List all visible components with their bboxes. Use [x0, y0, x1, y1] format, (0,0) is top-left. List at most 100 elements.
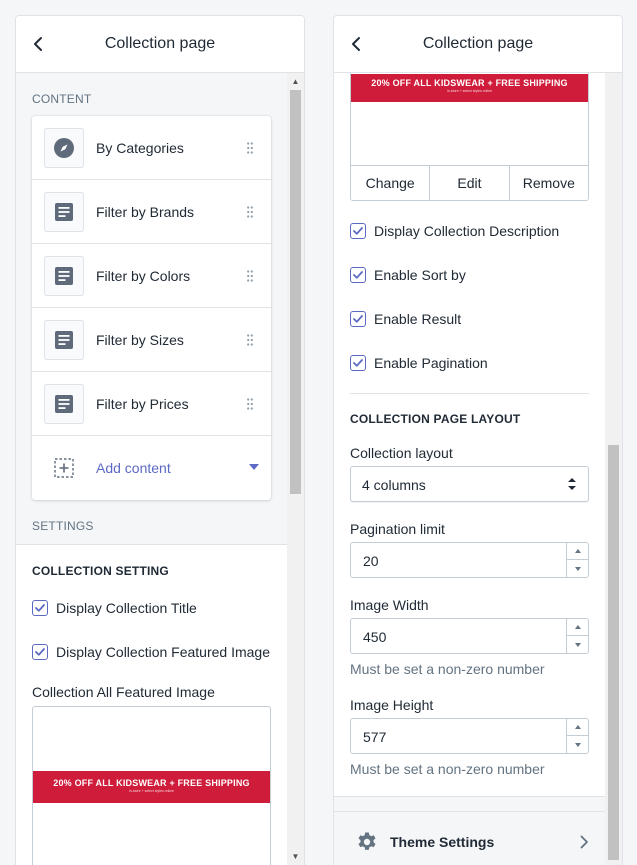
- scroll-thumb[interactable]: [608, 445, 619, 860]
- display-featured-image-checkbox[interactable]: Display Collection Featured Image: [32, 644, 270, 660]
- caret-up-icon: [574, 625, 581, 629]
- collection-layout-select[interactable]: 4 columns: [350, 466, 589, 502]
- checkbox-box[interactable]: [350, 311, 366, 327]
- panel-header: Collection page: [16, 16, 304, 73]
- page-title: Collection page: [104, 35, 216, 52]
- block-icon-box: [44, 320, 84, 360]
- block-label: By Categories: [96, 140, 184, 156]
- drag-handle-icon[interactable]: [247, 270, 253, 282]
- add-content-button[interactable]: Add content: [32, 436, 271, 500]
- increment-button[interactable]: [567, 719, 588, 736]
- checkmark-icon: [35, 604, 45, 612]
- caret-down-icon: [574, 642, 581, 647]
- display-description-checkbox[interactable]: Display Collection Description: [350, 223, 559, 239]
- pagination-limit-input[interactable]: 20: [350, 542, 589, 578]
- drag-handle-icon[interactable]: [247, 398, 253, 410]
- checkbox-label: Enable Sort by: [374, 267, 466, 283]
- image-width-input[interactable]: 450: [350, 618, 589, 654]
- checkmark-icon: [353, 227, 363, 235]
- theme-settings-link[interactable]: Theme Settings: [334, 811, 605, 865]
- select-arrows-icon: [568, 478, 576, 490]
- left-panel: Collection page CONTENT By Categories Fi…: [15, 15, 305, 865]
- panel-header: Collection page: [334, 16, 622, 73]
- add-content-label: Add content: [96, 460, 171, 476]
- collection-setting-heading: COLLECTION SETTING: [32, 564, 169, 578]
- scroll-down-arrow-icon[interactable]: ▼: [287, 848, 304, 865]
- block-icon-box: [44, 192, 84, 232]
- checkbox-box[interactable]: [32, 600, 48, 616]
- input-value: 450: [363, 629, 387, 645]
- block-icon-box: [44, 128, 84, 168]
- decrement-button[interactable]: [567, 736, 588, 753]
- theme-settings-label: Theme Settings: [390, 834, 495, 850]
- block-label: Filter by Brands: [96, 204, 195, 220]
- block-filter-sizes[interactable]: Filter by Sizes: [32, 308, 271, 372]
- layout-heading: COLLECTION PAGE LAYOUT: [350, 412, 521, 426]
- checkmark-icon: [353, 271, 363, 279]
- checkbox-box[interactable]: [350, 223, 366, 239]
- checkbox-label: Display Collection Title: [56, 600, 197, 616]
- section-divider: [350, 393, 589, 394]
- number-stepper: [566, 719, 588, 753]
- image-height-label: Image Height: [350, 697, 434, 713]
- block-icon-box: [44, 384, 84, 424]
- image-width-label: Image Width: [350, 597, 429, 613]
- increment-button[interactable]: [567, 543, 588, 560]
- caret-down-icon: [249, 464, 259, 470]
- checkbox-box[interactable]: [350, 355, 366, 371]
- edit-image-button[interactable]: Edit: [430, 166, 510, 200]
- banner-title: 20% OFF ALL KIDSWEAR + FREE SHIPPING: [371, 78, 568, 88]
- right-scroll-area: 20% OFF ALL KIDSWEAR + FREE SHIPPING in-…: [334, 73, 605, 865]
- block-filter-prices[interactable]: Filter by Prices: [32, 372, 271, 436]
- content-section: CONTENT By Categories Filter by Brands F…: [16, 73, 287, 544]
- number-stepper: [566, 619, 588, 653]
- input-value: 577: [363, 729, 387, 745]
- image-actions: Change Edit Remove: [351, 165, 588, 200]
- decrement-button[interactable]: [567, 560, 588, 577]
- left-scroll-area: CONTENT By Categories Filter by Brands F…: [16, 73, 287, 865]
- pagination-limit-label: Pagination limit: [350, 521, 445, 537]
- enable-result-checkbox[interactable]: Enable Result: [350, 311, 461, 327]
- banner-subtitle: in-store + select styles online: [128, 789, 175, 793]
- text-block-icon: [55, 331, 73, 349]
- scroll-thumb[interactable]: [290, 90, 301, 494]
- banner-subtitle: in-store + select styles online: [446, 89, 493, 93]
- caret-up-icon: [574, 725, 581, 729]
- settings-section-label: SETTINGS: [32, 519, 94, 533]
- remove-image-button[interactable]: Remove: [509, 166, 588, 200]
- promo-banner: 20% OFF ALL KIDSWEAR + FREE SHIPPING in-…: [33, 771, 270, 803]
- gear-icon: [358, 832, 376, 850]
- decrement-button[interactable]: [567, 636, 588, 653]
- block-filter-colors[interactable]: Filter by Colors: [32, 244, 271, 308]
- enable-pagination-checkbox[interactable]: Enable Pagination: [350, 355, 488, 371]
- page-title: Collection page: [422, 35, 534, 52]
- checkmark-icon: [35, 648, 45, 656]
- image-height-input[interactable]: 577: [350, 718, 589, 754]
- increment-button[interactable]: [567, 619, 588, 636]
- checkbox-label: Display Collection Description: [374, 223, 560, 239]
- checkbox-label: Enable Pagination: [374, 355, 488, 371]
- banner-title: 20% OFF ALL KIDSWEAR + FREE SHIPPING: [53, 778, 250, 788]
- checkbox-box[interactable]: [350, 267, 366, 283]
- text-block-icon: [55, 395, 73, 413]
- drag-handle-icon[interactable]: [247, 206, 253, 218]
- checkbox-label: Enable Result: [374, 311, 462, 327]
- featured-image-label: Collection All Featured Image: [32, 684, 215, 700]
- drag-handle-icon[interactable]: [247, 334, 253, 346]
- block-filter-brands[interactable]: Filter by Brands: [32, 180, 271, 244]
- checkbox-box[interactable]: [32, 644, 48, 660]
- checkmark-icon: [353, 315, 363, 323]
- settings-section: COLLECTION SETTING Display Collection Ti…: [16, 544, 287, 865]
- change-image-button[interactable]: Change: [351, 166, 431, 200]
- scroll-up-arrow-icon[interactable]: ▲: [287, 73, 304, 90]
- chevron-right-icon: [580, 835, 588, 849]
- block-by-categories[interactable]: By Categories: [32, 116, 271, 180]
- left-scrollbar[interactable]: ▲ ▼: [287, 73, 304, 865]
- image-width-help: Must be set a non-zero number: [350, 661, 545, 677]
- display-title-checkbox[interactable]: Display Collection Title: [32, 600, 197, 616]
- drag-handle-icon[interactable]: [247, 142, 253, 154]
- enable-sort-checkbox[interactable]: Enable Sort by: [350, 267, 466, 283]
- featured-image-preview[interactable]: 20% OFF ALL KIDSWEAR + FREE SHIPPING in-…: [32, 706, 271, 865]
- featured-image-preview[interactable]: 20% OFF ALL KIDSWEAR + FREE SHIPPING in-…: [350, 73, 589, 201]
- right-scrollbar[interactable]: [605, 73, 622, 865]
